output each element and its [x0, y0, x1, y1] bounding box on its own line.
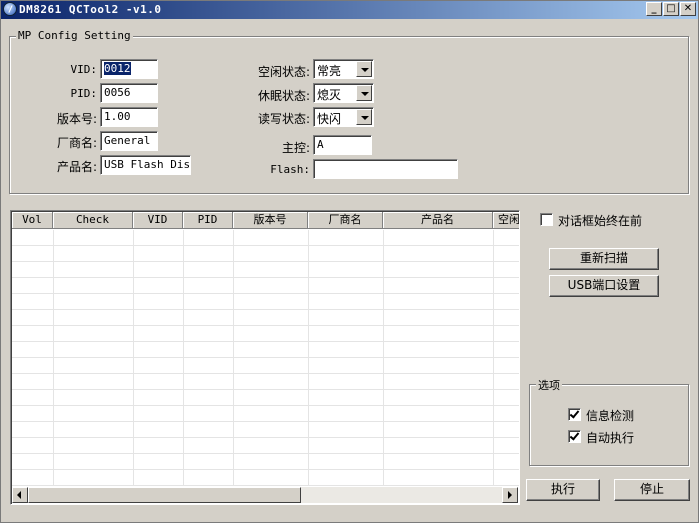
usb-port-settings-button[interactable]: USB端口设置: [549, 275, 659, 297]
column-header-product[interactable]: 产品名: [383, 212, 493, 229]
column-header-check[interactable]: Check: [53, 212, 133, 229]
sleep-state-label: 休眠状态:: [257, 89, 310, 103]
sleep-state-select[interactable]: 熄灭: [313, 83, 374, 103]
options-title: 选项: [536, 377, 562, 393]
table-row[interactable]: [12, 453, 519, 454]
stop-button[interactable]: 停止: [614, 479, 690, 501]
flash-label: Flash:: [270, 163, 310, 176]
table-row[interactable]: [12, 277, 519, 278]
topmost-label: 对话框始终在前: [558, 214, 643, 228]
version-label: 版本号:: [56, 112, 97, 126]
vid-value: 0012: [104, 62, 131, 75]
app-icon: [3, 2, 17, 16]
table-row[interactable]: [12, 245, 519, 246]
minimize-button[interactable]: _: [646, 2, 662, 16]
scroll-left-icon[interactable]: [12, 487, 28, 503]
grid-column-line: [53, 230, 54, 486]
grid-column-line: [308, 230, 309, 486]
options-group: 选项: [529, 377, 689, 466]
scroll-right-icon[interactable]: [502, 487, 518, 503]
controller-label: 主控:: [281, 141, 310, 155]
vendor-label: 厂商名:: [56, 136, 97, 150]
grid-column-line: [233, 230, 234, 486]
chevron-down-icon[interactable]: [356, 109, 372, 125]
execute-button[interactable]: 执行: [526, 479, 600, 501]
grid-column-line: [383, 230, 384, 486]
vid-input[interactable]: 0012: [100, 59, 158, 79]
table-row[interactable]: [12, 309, 519, 310]
table-row[interactable]: [12, 373, 519, 374]
table-row[interactable]: [12, 325, 519, 326]
grid-column-line: [493, 230, 494, 486]
vid-label: VID:: [70, 63, 98, 76]
idle-state-label: 空闲状态:: [257, 65, 310, 79]
scroll-thumb[interactable]: [28, 487, 301, 503]
chevron-down-icon[interactable]: [356, 61, 372, 77]
flash-input[interactable]: [313, 159, 458, 179]
table-row[interactable]: [12, 341, 519, 342]
table-row[interactable]: [12, 469, 519, 470]
table-row[interactable]: [12, 293, 519, 294]
product-input[interactable]: USB Flash Disk: [100, 155, 191, 175]
column-header-idle[interactable]: 空闲: [493, 212, 519, 229]
grid-column-line: [183, 230, 184, 486]
mp-config-title: MP Config Setting: [16, 29, 133, 42]
column-header-pid[interactable]: PID: [183, 212, 233, 229]
info-check-label: 信息检测: [586, 409, 635, 423]
maximize-button[interactable]: □: [663, 2, 679, 16]
window-title: DM8261 QCTool2 -v1.0: [19, 3, 162, 16]
close-button[interactable]: ✕: [680, 2, 696, 16]
table-row[interactable]: [12, 437, 519, 438]
column-header-vendor[interactable]: 厂商名: [308, 212, 383, 229]
column-header-vid[interactable]: VID: [133, 212, 183, 229]
table-row[interactable]: [12, 405, 519, 406]
title-bar[interactable]: DM8261 QCTool2 -v1.0 _ □ ✕: [1, 1, 698, 19]
table-row[interactable]: [12, 357, 519, 358]
idle-state-value: 常亮: [317, 64, 342, 78]
vendor-input[interactable]: General: [100, 131, 158, 151]
rw-state-label: 读写状态:: [257, 112, 310, 126]
pid-input[interactable]: 0056: [100, 83, 158, 103]
auto-exec-label: 自动执行: [586, 431, 635, 445]
product-label: 产品名:: [56, 160, 97, 174]
table-row[interactable]: [12, 421, 519, 422]
idle-state-select[interactable]: 常亮: [313, 59, 374, 79]
info-check-checkbox[interactable]: [568, 408, 581, 421]
main-window: DM8261 QCTool2 -v1.0 _ □ ✕ MP Config Set…: [0, 0, 699, 523]
sleep-state-value: 熄灭: [317, 88, 342, 102]
device-table[interactable]: Vol Check VID PID 版本号 厂商名 产品名 空闲: [10, 210, 520, 505]
chevron-down-icon[interactable]: [356, 85, 372, 101]
table-row[interactable]: [12, 389, 519, 390]
rescan-button[interactable]: 重新扫描: [549, 248, 659, 270]
rw-state-select[interactable]: 快闪: [313, 107, 374, 127]
table-header: Vol Check VID PID 版本号 厂商名 产品名 空闲: [12, 212, 519, 229]
pid-label: PID:: [70, 87, 98, 100]
table-row[interactable]: [12, 261, 519, 262]
auto-exec-checkbox[interactable]: [568, 430, 581, 443]
version-input[interactable]: 1.00: [100, 107, 158, 127]
column-header-vol[interactable]: Vol: [12, 212, 53, 229]
topmost-checkbox[interactable]: [540, 213, 553, 226]
rw-state-value: 快闪: [317, 112, 342, 126]
table-row[interactable]: [12, 485, 519, 486]
controller-input[interactable]: A: [313, 135, 372, 155]
horizontal-scrollbar[interactable]: [12, 487, 518, 503]
grid-column-line: [133, 230, 134, 486]
column-header-version[interactable]: 版本号: [233, 212, 308, 229]
